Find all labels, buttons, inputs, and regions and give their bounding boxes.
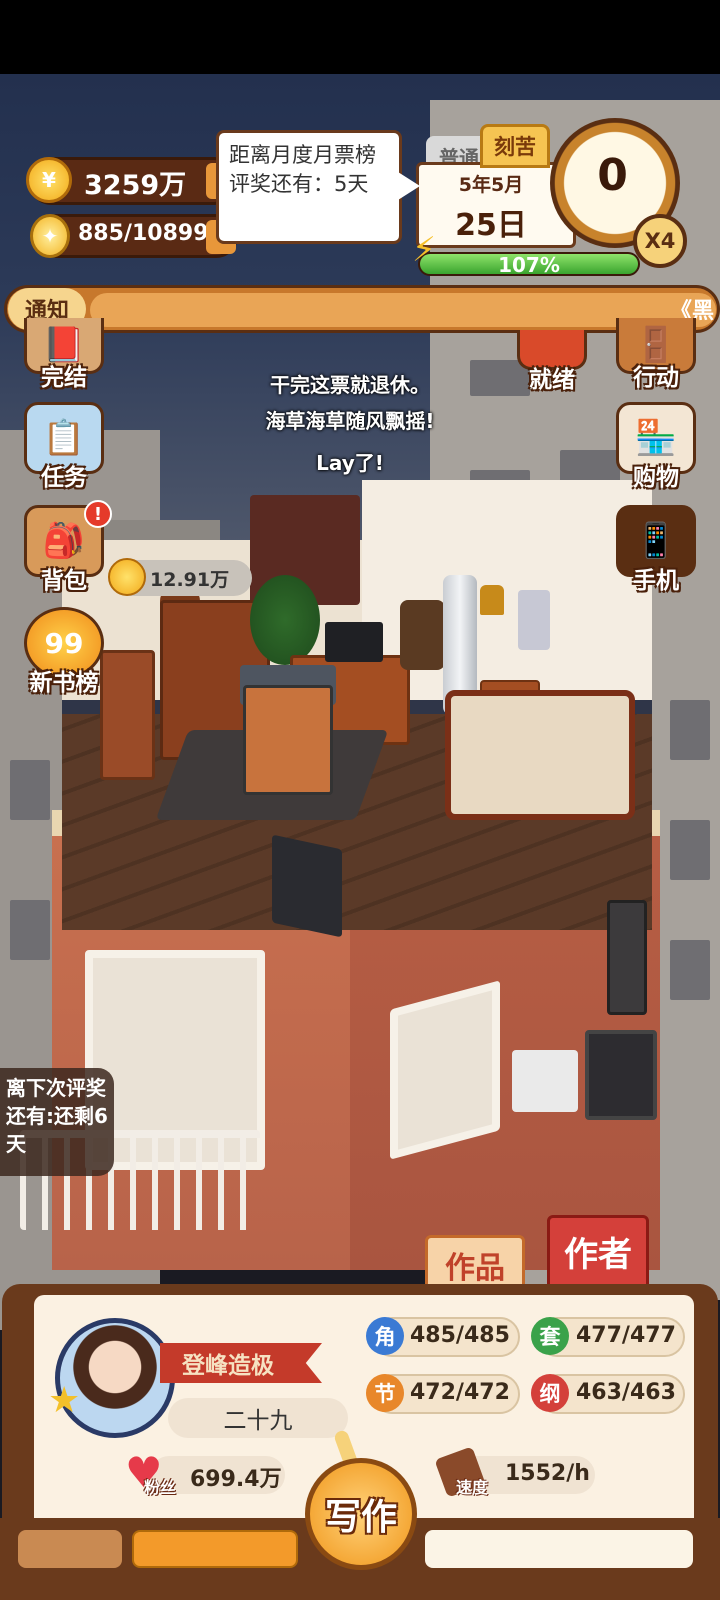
sidebar-label: 完结 — [41, 365, 87, 391]
bottom-slot-right[interactable] — [425, 1530, 693, 1568]
speed-multiplier-button[interactable]: X4 — [633, 214, 687, 268]
star-icon: ★ — [48, 1380, 81, 1421]
bottom-progress-slot[interactable] — [132, 1530, 298, 1568]
background-window — [10, 900, 50, 960]
stat-value: 477/477 — [576, 1323, 676, 1348]
date-day: 25日 — [455, 208, 527, 243]
speed-label: 速度 — [456, 1478, 489, 1497]
background-window — [670, 700, 710, 760]
outline-icon: 纲 — [531, 1374, 569, 1412]
doghouse[interactable] — [243, 685, 333, 795]
next-award-countdown: 离下次评奖还有:还剩6天 — [0, 1068, 114, 1176]
button-shop[interactable]: 🏪 购物 — [610, 402, 702, 491]
background-window — [10, 760, 50, 820]
wall-tv — [585, 1030, 657, 1120]
button-phone[interactable]: 📱 手机 — [610, 505, 702, 594]
fans-value: 699.4万 — [190, 1467, 282, 1492]
status-bar — [0, 0, 720, 74]
tower-side-door — [607, 900, 647, 1015]
background-window — [670, 940, 710, 1000]
money-value: 3259万 — [84, 170, 187, 201]
inspiration-value: 885/10899 — [78, 221, 209, 246]
office-chair[interactable] — [400, 600, 445, 670]
button-label: 就绪 — [529, 367, 575, 393]
stat-value: 472/472 — [410, 1380, 510, 1405]
date-year-month: 5年5月 — [458, 174, 524, 196]
sidebar-label: 任务 — [41, 465, 87, 491]
speed-value: 1552/h — [505, 1461, 590, 1486]
write-button[interactable]: 写作 — [305, 1458, 417, 1570]
dial-value: 0 — [597, 150, 628, 201]
author-title: 登峰造极 — [160, 1343, 322, 1383]
sidebar-button-tasks[interactable]: 📋 任务 — [18, 402, 110, 491]
game-screen: ¥ 3259万 ✦ 885/10899 普通 刻苦 5年5月 25日 0 X4 … — [0, 0, 720, 1600]
sidebar-label: 新书榜 — [29, 670, 99, 696]
speech-line: Lay了! — [316, 451, 384, 475]
bed[interactable] — [445, 690, 635, 820]
income-value: 12.91万 — [150, 569, 230, 591]
stat-value: 485/485 — [410, 1323, 510, 1348]
character-icon: 角 — [366, 1317, 404, 1355]
tooltip-tail — [398, 172, 420, 200]
speech-line: 海草海草随风飘摇! — [265, 409, 435, 433]
background-window — [670, 820, 710, 880]
author-age: 二十九 — [168, 1398, 348, 1438]
sidebar-label: 背包 — [41, 568, 87, 594]
tower-window-small — [390, 980, 500, 1160]
coin-icon: ¥ — [26, 157, 72, 203]
trophy[interactable] — [480, 585, 504, 615]
award-countdown-tooltip: 距离月度月票榜评奖还有：5天 — [216, 130, 402, 244]
notification-badge: ! — [84, 500, 112, 528]
wall-poster — [518, 590, 550, 650]
air-conditioner — [512, 1050, 578, 1112]
stat-value: 463/463 — [576, 1380, 676, 1405]
button-label: 购物 — [633, 465, 679, 491]
potted-plant[interactable] — [250, 575, 320, 665]
speech-line: 干完这票就退休。 — [270, 373, 430, 397]
lightbulb-icon: ✦ — [30, 214, 70, 258]
computer-monitor[interactable] — [325, 622, 383, 662]
button-action[interactable]: 🚪 行动 — [610, 318, 702, 391]
trope-icon: 套 — [531, 1317, 569, 1355]
coin-icon — [108, 558, 146, 596]
tab-mode-hard[interactable]: 刻苦 — [480, 124, 550, 168]
button-label: 手机 — [633, 568, 679, 594]
pacing-icon: 节 — [366, 1374, 404, 1412]
sidebar-button-finish[interactable]: 📕 完结 — [18, 318, 110, 391]
button-label: 行动 — [633, 365, 679, 391]
button-ready[interactable]: 就绪 — [506, 330, 598, 393]
fans-label: 粉丝 — [144, 1478, 177, 1497]
energy-percent: 107% — [498, 253, 560, 277]
bottom-slot-left[interactable] — [18, 1530, 122, 1568]
tv-back — [272, 834, 342, 938]
tab-author[interactable]: 作者 — [547, 1215, 649, 1287]
sidebar-button-new-book-ranking[interactable]: 99 新书榜 — [18, 607, 110, 696]
